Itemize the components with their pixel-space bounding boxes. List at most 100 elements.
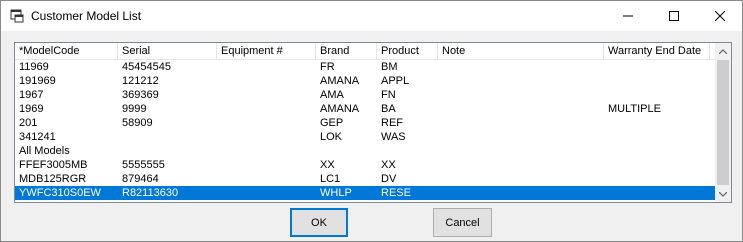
cell-equipment xyxy=(217,172,221,186)
cell-warranty-end-date xyxy=(604,186,608,200)
cell-brand: WHLP xyxy=(320,187,352,199)
cell-product: RESE xyxy=(381,187,411,199)
customer-model-list-dialog: Customer Model List *ModelCode Serial Eq… xyxy=(0,0,743,242)
table-row[interactable]: 341241 LOK WAS xyxy=(15,130,715,144)
table-row[interactable]: 191969 121212 AMANA APPL xyxy=(15,74,715,88)
cell-modelcode: 1969 xyxy=(19,103,44,115)
cell-serial: 5555555 xyxy=(122,159,165,171)
cell-note xyxy=(438,116,442,130)
maximize-icon xyxy=(669,11,679,21)
cell-product: BM xyxy=(381,61,398,73)
cell-modelcode: 341241 xyxy=(19,131,56,143)
column-header-brand[interactable]: Brand xyxy=(316,43,377,59)
cell-modelcode: 201 xyxy=(19,117,38,129)
close-icon xyxy=(715,11,725,21)
cell-modelcode: 1967 xyxy=(19,89,44,101)
window-title: Customer Model List xyxy=(31,9,142,23)
ok-button[interactable]: OK xyxy=(290,208,348,237)
table-row-selected[interactable]: YWFC310S0EW R82113630 WHLP RESE xyxy=(15,186,715,200)
cell-product: FN xyxy=(381,89,396,101)
cell-note xyxy=(438,74,442,88)
cell-equipment xyxy=(217,130,221,144)
chevron-down-icon xyxy=(719,191,727,197)
cell-note xyxy=(438,172,442,186)
cell-serial: 879464 xyxy=(122,173,159,185)
column-header-modelcode[interactable]: *ModelCode xyxy=(15,43,118,59)
cell-modelcode: YWFC310S0EW xyxy=(19,187,101,199)
cell-equipment xyxy=(217,60,221,74)
cell-warranty-end-date xyxy=(604,74,608,88)
model-list[interactable]: *ModelCode Serial Equipment # Brand Prod… xyxy=(14,42,732,203)
cell-warranty-end-date xyxy=(604,144,608,158)
cell-brand: XX xyxy=(320,159,335,171)
cell-note xyxy=(438,130,442,144)
cell-modelcode: 11969 xyxy=(19,61,49,73)
cell-serial xyxy=(118,130,122,144)
cell-serial: 121212 xyxy=(122,75,159,87)
cell-serial xyxy=(118,144,122,158)
minimize-button[interactable] xyxy=(605,1,651,31)
cell-note xyxy=(438,158,442,172)
column-header-warranty-end-date[interactable]: Warranty End Date xyxy=(604,43,710,59)
title-bar: Customer Model List xyxy=(1,1,742,31)
table-row[interactable]: 1967 369369 AMA FN xyxy=(15,88,715,102)
table-row[interactable]: FFEF3005MB 5555555 XX XX xyxy=(15,158,715,172)
column-header-serial[interactable]: Serial xyxy=(118,43,217,59)
cell-modelcode: MDB125RGR xyxy=(19,173,87,185)
cell-brand xyxy=(316,144,320,158)
cell-serial: R82113630 xyxy=(122,187,179,199)
cell-note xyxy=(438,102,442,116)
table-row[interactable]: 1969 9999 AMANA BA MULTIPLE xyxy=(15,102,715,116)
column-header-equipment[interactable]: Equipment # xyxy=(217,43,316,59)
cell-equipment xyxy=(217,88,221,102)
minimize-icon xyxy=(623,15,633,17)
cell-note xyxy=(438,144,442,158)
cell-warranty-end-date xyxy=(604,158,608,172)
cell-product: DV xyxy=(381,173,397,185)
cell-equipment xyxy=(217,116,221,130)
cell-serial: 45454545 xyxy=(122,61,171,73)
cell-serial: 369369 xyxy=(122,89,159,101)
cell-modelcode: 191969 xyxy=(19,75,56,87)
cell-product: WAS xyxy=(381,131,406,143)
column-header-note[interactable]: Note xyxy=(438,43,604,59)
column-header-product[interactable]: Product xyxy=(377,43,438,59)
table-row[interactable]: All Models xyxy=(15,144,715,158)
list-header: *ModelCode Serial Equipment # Brand Prod… xyxy=(15,43,715,60)
cell-warranty-end-date: MULTIPLE xyxy=(608,103,661,115)
close-button[interactable] xyxy=(697,1,743,31)
cell-modelcode: FFEF3005MB xyxy=(19,159,88,171)
cancel-button[interactable]: Cancel xyxy=(433,208,492,237)
table-row[interactable]: MDB125RGR 879464 LC1 DV xyxy=(15,172,715,186)
cell-product: REF xyxy=(381,117,403,129)
scroll-down-button[interactable] xyxy=(715,186,731,202)
cell-product xyxy=(377,144,381,158)
cell-warranty-end-date xyxy=(604,172,608,186)
cell-product: APPL xyxy=(381,75,410,87)
cell-brand: AMA xyxy=(320,89,344,101)
cell-product: BA xyxy=(381,103,396,115)
cell-note xyxy=(438,88,442,102)
vertical-scrollbar[interactable] xyxy=(715,43,731,202)
cell-equipment xyxy=(217,144,221,158)
scrollbar-thumb[interactable] xyxy=(717,60,729,185)
cell-brand: AMANA xyxy=(320,75,360,87)
cell-note xyxy=(438,60,442,74)
cell-product: XX xyxy=(381,159,396,171)
scroll-up-button[interactable] xyxy=(715,43,731,59)
cell-warranty-end-date xyxy=(604,116,608,130)
cell-brand: AMANA xyxy=(320,103,360,115)
cell-equipment xyxy=(217,102,221,116)
table-row[interactable]: 201 58909 GEP REF xyxy=(15,116,715,130)
cell-equipment xyxy=(217,186,221,200)
chevron-up-icon xyxy=(719,48,727,54)
cell-brand: FR xyxy=(320,61,335,73)
cell-note xyxy=(438,186,442,200)
maximize-button[interactable] xyxy=(651,1,697,31)
cell-brand: GEP xyxy=(320,117,344,129)
cell-brand: LOK xyxy=(320,131,343,143)
cell-equipment xyxy=(217,74,221,88)
table-row[interactable]: 11969 45454545 FR BM xyxy=(15,60,715,74)
cell-modelcode: All Models xyxy=(19,145,70,157)
cell-warranty-end-date xyxy=(604,130,608,144)
